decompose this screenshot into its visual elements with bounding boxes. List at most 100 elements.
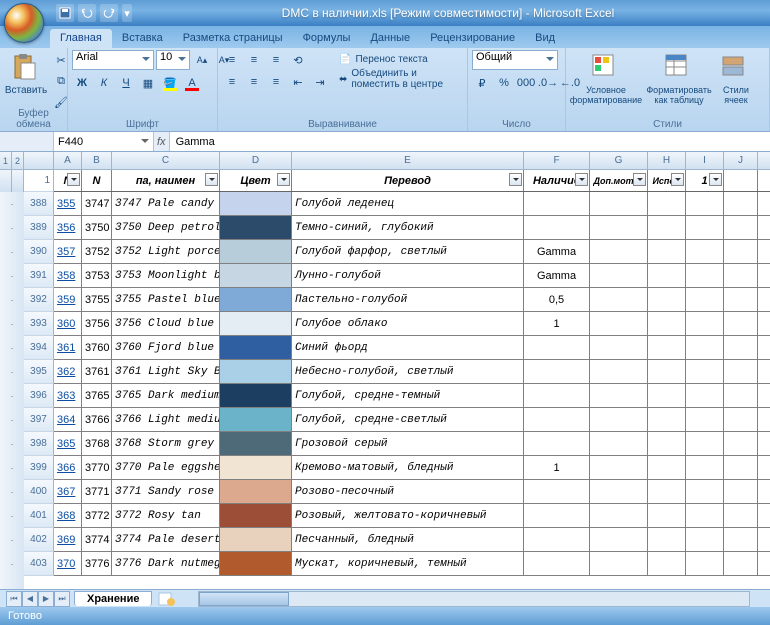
cell-B[interactable]: 3760 [82, 336, 112, 359]
cell-B[interactable]: 3766 [82, 408, 112, 431]
cell-H[interactable] [648, 504, 686, 527]
cell-G[interactable] [590, 432, 648, 455]
cell-G[interactable] [590, 264, 648, 287]
row-header[interactable]: 399 [24, 456, 54, 480]
cell-C[interactable]: 3761 Light Sky B [112, 360, 220, 383]
outline-dot[interactable]: · [0, 264, 24, 288]
cell-G[interactable] [590, 288, 648, 311]
cell-H[interactable] [648, 456, 686, 479]
cell-H[interactable] [648, 192, 686, 215]
font-size-select[interactable]: 10 [156, 50, 190, 70]
scroll-thumb[interactable] [199, 592, 289, 606]
cell-D-swatch[interactable] [220, 240, 292, 263]
outline-dot[interactable]: · [0, 192, 24, 216]
col-header-E[interactable]: E [292, 152, 524, 169]
cell-A[interactable]: 357 [54, 240, 82, 263]
cell-J[interactable] [724, 528, 758, 551]
cell-A[interactable]: 368 [54, 504, 82, 527]
merge-center-button[interactable]: ⬌Объединить и поместить в центре [337, 70, 463, 88]
undo-icon[interactable] [78, 4, 96, 22]
cell-C[interactable]: 3765 Dark medium [112, 384, 220, 407]
hdr-B[interactable]: N [82, 170, 112, 191]
outline-dot[interactable]: · [0, 288, 24, 312]
cell-A[interactable]: 360 [54, 312, 82, 335]
conditional-formatting-button[interactable]: Условное форматирование [570, 50, 642, 116]
outline-dot[interactable]: · [0, 216, 24, 240]
cell-F[interactable] [524, 432, 590, 455]
insert-sheet-icon[interactable] [158, 592, 178, 606]
cell-H[interactable] [648, 240, 686, 263]
row-header[interactable]: 388 [24, 192, 54, 216]
cell-B[interactable]: 3772 [82, 504, 112, 527]
font-name-select[interactable]: Arial [72, 50, 154, 70]
cell-A[interactable]: 359 [54, 288, 82, 311]
cell-A[interactable]: 355 [54, 192, 82, 215]
cell-B[interactable]: 3753 [82, 264, 112, 287]
cell-J[interactable] [724, 312, 758, 335]
cell-F[interactable] [524, 480, 590, 503]
cell-H[interactable] [648, 312, 686, 335]
cell-H[interactable] [648, 360, 686, 383]
cell-A[interactable]: 358 [54, 264, 82, 287]
cell-H[interactable] [648, 552, 686, 575]
filter-icon[interactable] [671, 173, 684, 186]
cell-C[interactable]: 3760 Fjord blue [112, 336, 220, 359]
cell-D-swatch[interactable] [220, 336, 292, 359]
col-header-A[interactable]: A [54, 152, 82, 169]
align-center-icon[interactable]: ≡ [244, 72, 264, 92]
tab-nav-next-icon[interactable]: ▶ [38, 591, 54, 607]
bold-button[interactable]: Ж [72, 73, 92, 93]
cell-F[interactable]: Gamma [524, 264, 590, 287]
outline-dot[interactable]: · [0, 240, 24, 264]
cell-C[interactable]: 3771 Sandy rose [112, 480, 220, 503]
cell-E[interactable]: Мускат, коричневый, темный [292, 552, 524, 575]
cell-E[interactable]: Кремово-матовый, бледный [292, 456, 524, 479]
cell-A[interactable]: 361 [54, 336, 82, 359]
cell-F[interactable]: Gamma [524, 240, 590, 263]
cell-J[interactable] [724, 264, 758, 287]
cell-I[interactable] [686, 504, 724, 527]
fill-color-button[interactable]: 🪣 [160, 73, 180, 93]
cell-H[interactable] [648, 216, 686, 239]
col-header-J[interactable]: J [724, 152, 758, 169]
cell-C[interactable]: 3772 Rosy tan [112, 504, 220, 527]
cell-G[interactable] [590, 456, 648, 479]
cell-A[interactable]: 364 [54, 408, 82, 431]
cell-I[interactable] [686, 408, 724, 431]
cell-E[interactable]: Голубое облако [292, 312, 524, 335]
row-header[interactable]: 403 [24, 552, 54, 576]
cell-G[interactable] [590, 480, 648, 503]
row-header[interactable]: 393 [24, 312, 54, 336]
cell-A[interactable]: 362 [54, 360, 82, 383]
cell-B[interactable]: 3765 [82, 384, 112, 407]
align-top-icon[interactable]: ≡ [222, 50, 242, 70]
outline-dot[interactable]: · [0, 408, 24, 432]
cell-H[interactable] [648, 288, 686, 311]
row-header[interactable]: 394 [24, 336, 54, 360]
cell-J[interactable] [724, 432, 758, 455]
row-header[interactable]: 396 [24, 384, 54, 408]
col-header-G[interactable]: G [590, 152, 648, 169]
name-box[interactable]: F440 [54, 132, 154, 151]
row-header[interactable]: 389 [24, 216, 54, 240]
tab-nav-first-icon[interactable]: ⏮ [6, 591, 22, 607]
cell-F[interactable] [524, 504, 590, 527]
row-header[interactable]: 392 [24, 288, 54, 312]
cell-F[interactable]: 1 [524, 312, 590, 335]
cell-G[interactable] [590, 192, 648, 215]
cell-F[interactable] [524, 336, 590, 359]
fx-icon[interactable]: fx [157, 136, 166, 148]
comma-icon[interactable]: 000 [516, 73, 536, 93]
cell-H[interactable] [648, 408, 686, 431]
row-header[interactable]: 390 [24, 240, 54, 264]
cell-J[interactable] [724, 504, 758, 527]
cell-J[interactable] [724, 240, 758, 263]
cell-B[interactable]: 3750 [82, 216, 112, 239]
hdr-G[interactable]: Доп.моток [590, 170, 648, 191]
cell-E[interactable]: Лунно-голубой [292, 264, 524, 287]
filter-icon[interactable] [509, 173, 522, 186]
cell-H[interactable] [648, 528, 686, 551]
cell-F[interactable] [524, 528, 590, 551]
cell-F[interactable]: 0,5 [524, 288, 590, 311]
cell-I[interactable] [686, 216, 724, 239]
